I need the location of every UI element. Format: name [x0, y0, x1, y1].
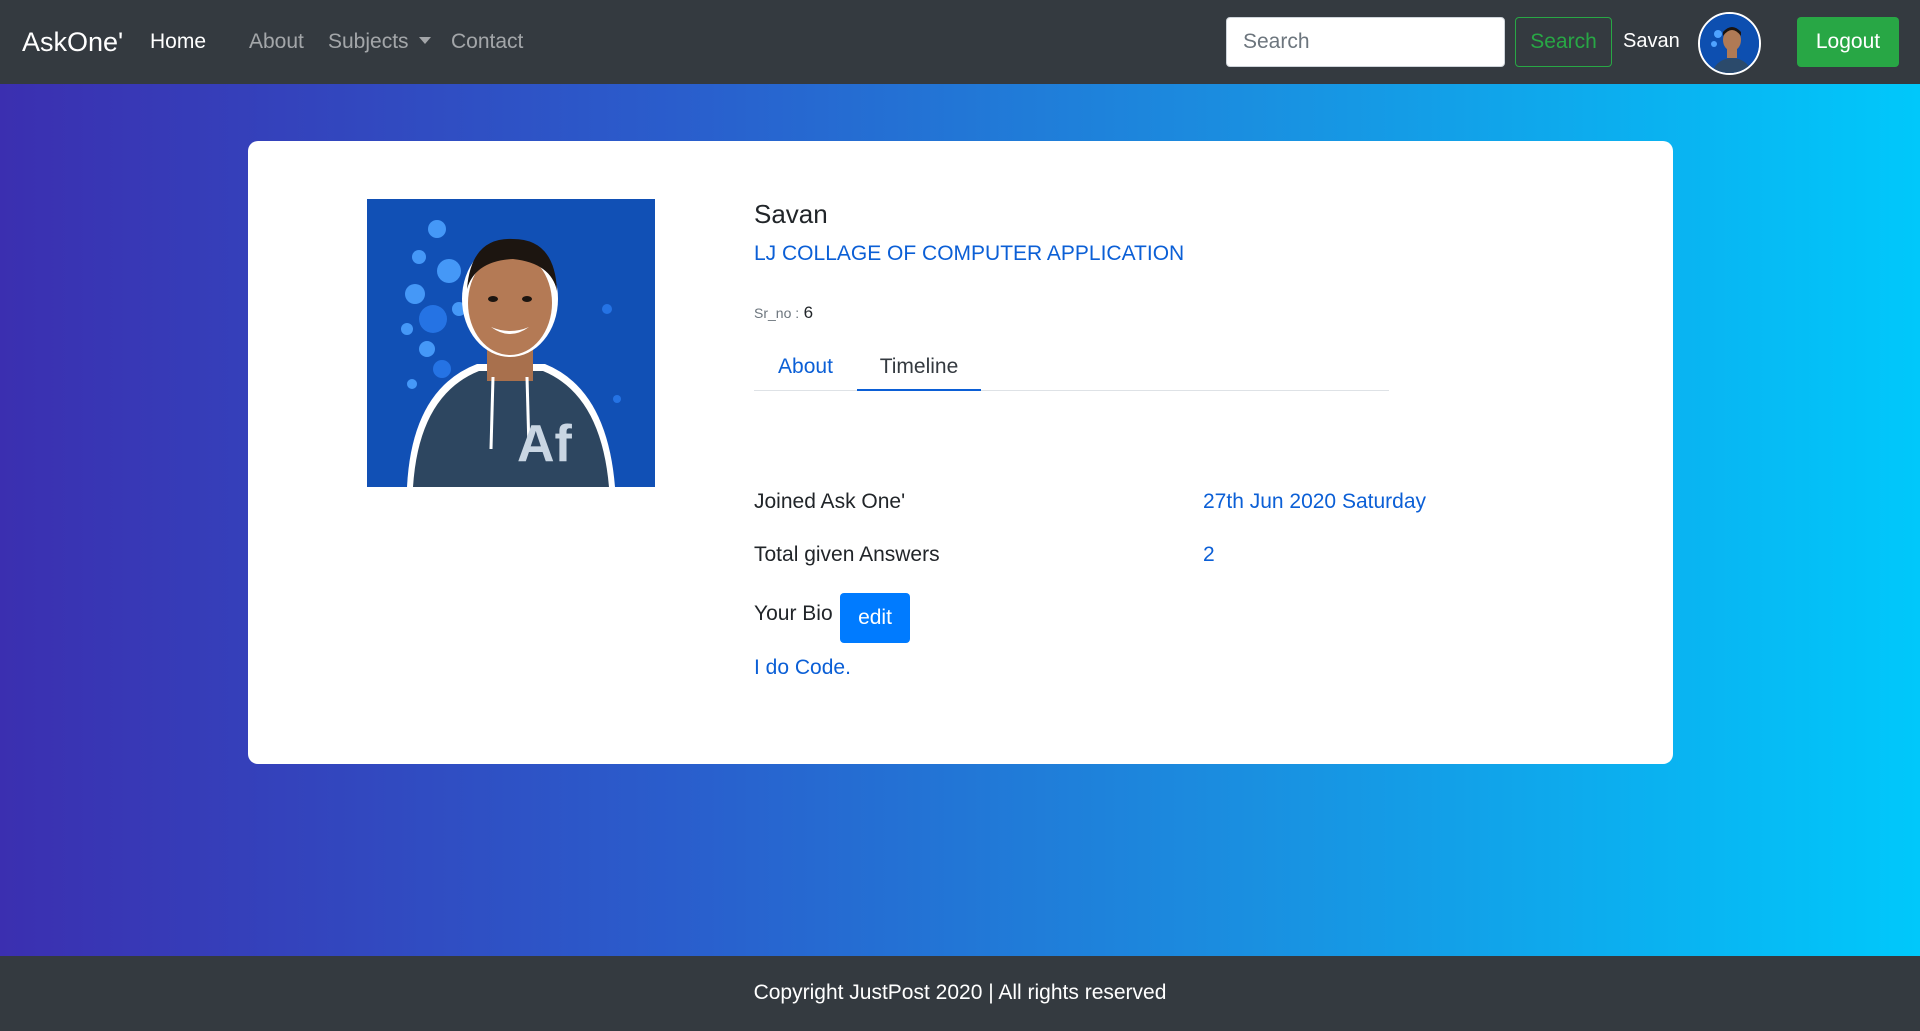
bio-text: I do Code.: [754, 656, 851, 679]
bio-label: Your Bio: [754, 602, 833, 625]
profile-college: LJ COLLAGE OF COMPUTER APPLICATION: [754, 242, 1185, 265]
nav-home-link[interactable]: Home: [150, 29, 206, 55]
nav-subjects-dropdown[interactable]: Subjects: [328, 29, 431, 55]
profile-tabs: About Timeline: [754, 347, 1389, 391]
svg-text:Af: Af: [517, 415, 573, 473]
nav-subjects-label: Subjects: [328, 30, 409, 53]
footer: Copyright JustPost 2020 | All rights res…: [0, 956, 1920, 1031]
srno-row: Sr_no : 6: [754, 302, 813, 325]
brand-logo[interactable]: AskOne': [22, 26, 123, 58]
profile-photo: Af: [367, 199, 655, 487]
srno-value: 6: [803, 303, 814, 322]
chevron-down-icon: [418, 37, 431, 45]
answers-label: Total given Answers: [754, 543, 940, 566]
tab-about[interactable]: About: [754, 347, 857, 391]
search-button[interactable]: Search: [1515, 17, 1612, 67]
profile-card: Af Savan LJ COLLAGE OF COMPUTER APPLICAT…: [248, 141, 1673, 764]
nav-user-name[interactable]: Savan: [1623, 28, 1680, 54]
nav-contact-link[interactable]: Contact: [451, 29, 523, 55]
profile-name: Savan: [754, 199, 828, 229]
search-input[interactable]: [1226, 17, 1505, 67]
avatar-image: [1700, 14, 1759, 73]
footer-copyright: Copyright JustPost 2020 | All rights res…: [753, 981, 1167, 1004]
nav-about-link[interactable]: About: [249, 29, 304, 55]
joined-value: 27th Jun 2020 Saturday: [1203, 490, 1427, 513]
edit-bio-button[interactable]: edit: [840, 593, 910, 643]
main-content: Af Savan LJ COLLAGE OF COMPUTER APPLICAT…: [0, 84, 1920, 956]
navbar: AskOne' Home About Subjects Contact Sear…: [0, 0, 1920, 84]
avatar[interactable]: [1698, 12, 1761, 75]
joined-label: Joined Ask One': [754, 490, 906, 513]
answers-value: 2: [1203, 543, 1215, 566]
profile-picture: Af: [367, 199, 655, 487]
srno-label: Sr_no :: [754, 305, 800, 321]
logout-button[interactable]: Logout: [1797, 17, 1899, 67]
tab-timeline[interactable]: Timeline: [857, 347, 981, 391]
